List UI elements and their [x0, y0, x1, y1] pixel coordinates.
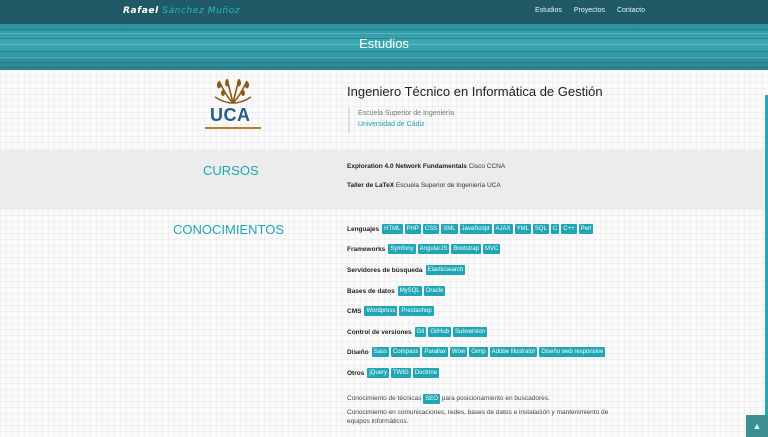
skill-tag: SQL	[532, 224, 549, 234]
nav-link-contacto[interactable]: Contacto	[617, 7, 645, 14]
brand-last-name: Sánchez Muñoz	[162, 6, 241, 16]
knowledge-row: Otros jQuery TWIG Doctrine	[347, 368, 440, 378]
degree-title: Ingeniero Técnico en Informática de Gest…	[347, 84, 603, 99]
hero-banner: Estudios	[0, 24, 768, 70]
main-nav: Estudios Proyectos Contacto	[535, 7, 645, 14]
knowledge-row: Lenguajes HTML PHP CSS XML JavaScript AJAX YML S…	[347, 224, 594, 234]
seo-note-before: Conocimiento de técnicas	[347, 395, 422, 402]
skill-tag: JavaScript	[459, 224, 492, 234]
knowledge-row: Servidores de búsqueda Elasticsearch	[347, 265, 466, 275]
courses-heading: CURSOS	[203, 163, 259, 178]
nav-link-proyectos[interactable]: Proyectos	[574, 7, 605, 14]
course-item: Taller de LaTeX Escuela Superior de Inge…	[347, 182, 501, 189]
skill-tag: TWIG	[391, 368, 411, 378]
seo-tag: SEO	[423, 394, 440, 404]
skill-tag: AngularJS	[417, 244, 450, 254]
university-link[interactable]: Universidad de Cádiz	[358, 121, 425, 128]
course-name: Exploration 4.0 Network Fundamentals	[347, 163, 467, 170]
skill-tag: Subversion	[453, 327, 488, 337]
skill-tag: Adobe Illustrator	[489, 347, 538, 357]
knowledge-row: Control de versiones Git GitHub Subversion	[347, 327, 488, 337]
top-navbar: Rafael Sánchez Muñoz Estudios Proyectos …	[0, 0, 768, 24]
skill-tag: MVC	[483, 244, 501, 254]
skill-tag: Prestashop	[399, 306, 434, 316]
skill-tag: C	[550, 224, 560, 234]
seo-note: Conocimiento de técnicas SEO para posici…	[347, 394, 627, 404]
course-provider: Escuela Superior de Ingeniería UCA	[395, 182, 501, 189]
knowledge-label: CMS	[347, 307, 362, 315]
chevron-up-icon: ▲	[752, 421, 762, 431]
knowledge-label: Lenguajes	[347, 225, 380, 233]
knowledge-label: Servidores de búsqueda	[347, 266, 423, 274]
communications-note: Conocimiento en comunicaciones, redes, b…	[347, 409, 609, 425]
skill-tag: Parallax	[422, 347, 449, 357]
skill-tag: Gimp	[469, 347, 488, 357]
seo-note-after: para posicionamiento en buscadores.	[441, 395, 550, 402]
knowledge-label: Bases de datos	[347, 287, 395, 295]
knowledge-label: Frameworks	[347, 245, 386, 253]
brand-first-name: Rafael	[123, 6, 159, 16]
knowledge-row: Frameworks Symfony AngularJS Bootstrap MVC	[347, 244, 501, 254]
university-logo: UCA	[205, 75, 261, 131]
scroll-top-button[interactable]: ▲	[746, 415, 768, 437]
brand-logo[interactable]: Rafael Sánchez Muñoz	[123, 6, 240, 16]
knowledge-row: Bases de datos MySQL Oracle	[347, 286, 446, 296]
courses-section	[0, 150, 768, 209]
knowledge-label: Diseño	[347, 348, 369, 356]
school-divider	[348, 108, 350, 133]
skill-tag: Compass	[391, 347, 421, 357]
knowledge-label: Control de versiones	[347, 328, 412, 336]
skill-tag: Diseño web responsive	[539, 347, 606, 357]
logo-text: UCA	[210, 105, 251, 125]
skill-tag: CSS	[422, 224, 440, 234]
skill-tag: Doctrine	[412, 368, 440, 378]
skill-tag: AJAX	[493, 224, 513, 234]
skill-tag: C++	[561, 224, 577, 234]
knowledge-label: Otros	[347, 369, 365, 377]
course-item: Exploration 4.0 Network Fundamentals Cis…	[347, 163, 505, 170]
skill-tag: Symfony	[388, 244, 416, 254]
knowledge-row: Diseño Sass Compass Parallax Wow Gimp Adobe Il…	[347, 347, 606, 357]
knowledge-heading: CONOCIMIENTOS	[173, 222, 284, 237]
skill-tag: Sass	[371, 347, 390, 357]
knowledge-row: CMS Wordpress Prestashop	[347, 306, 434, 316]
skill-tag: MySQL	[397, 286, 422, 296]
school-name: Escuela Superior de Ingeniería	[358, 110, 455, 117]
skill-tag: Wow	[450, 347, 468, 357]
page-title: Estudios	[359, 36, 409, 51]
skill-tag: GitHub	[428, 327, 452, 337]
skill-tag: XML	[441, 224, 458, 234]
skill-tag: Elasticsearch	[425, 265, 466, 275]
skill-tag: Wordpress	[364, 306, 398, 316]
skill-tag: Perl	[578, 224, 594, 234]
skill-tag: HTML	[382, 224, 403, 234]
skill-tag: PHP	[404, 224, 421, 234]
skill-tag: jQuery	[367, 368, 390, 378]
skill-tag: Bootstrap	[451, 244, 482, 254]
nav-link-estudios[interactable]: Estudios	[535, 7, 562, 14]
course-provider: Cisco CCNA	[468, 163, 506, 170]
course-name: Taller de LaTeX	[347, 182, 395, 189]
skill-tag: Git	[414, 327, 427, 337]
skill-tag: YML	[514, 224, 531, 234]
skill-tag: Oracle	[423, 286, 446, 296]
